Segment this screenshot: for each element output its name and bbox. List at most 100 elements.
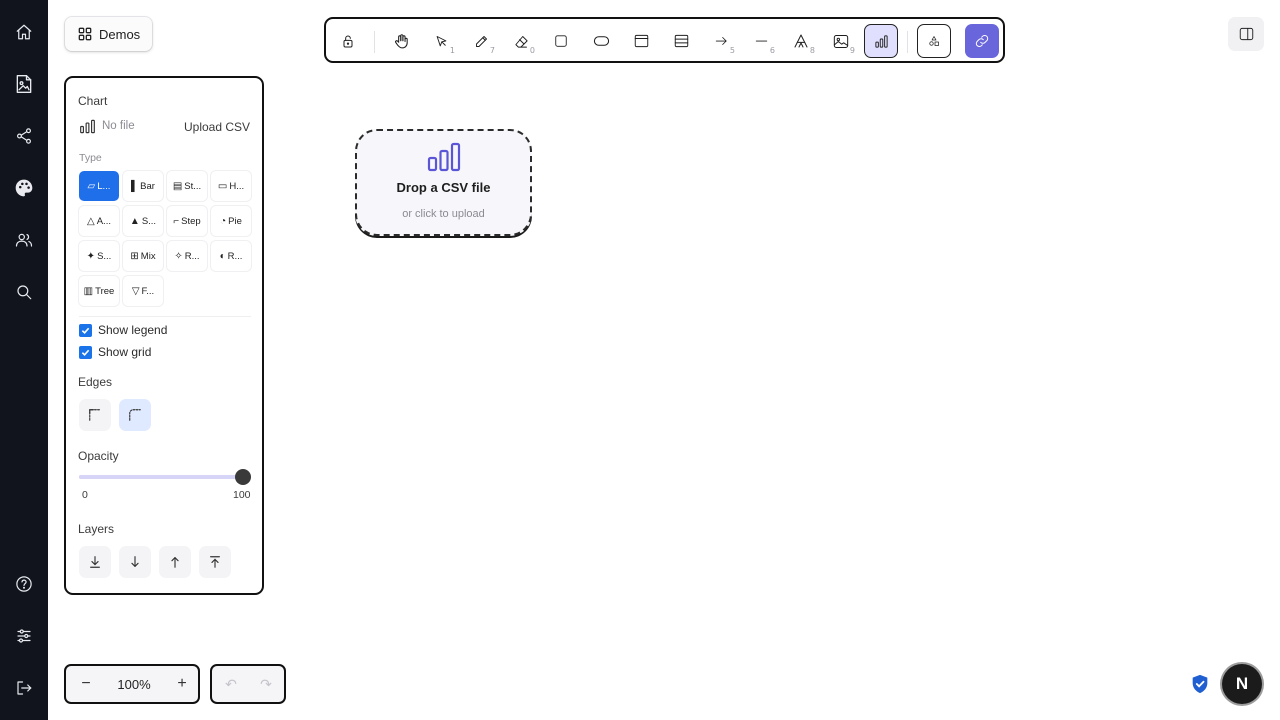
bar-chart-icon [874, 34, 888, 48]
chart-type-icon: ✦ [86, 250, 96, 262]
shield-check-icon[interactable] [1189, 673, 1211, 695]
round-corner-icon [129, 409, 141, 421]
chart-type-button[interactable]: ◐ R... [211, 241, 251, 271]
redo-button[interactable]: ↷ [256, 675, 276, 693]
share-icon[interactable] [12, 124, 36, 148]
help-icon[interactable] [12, 572, 36, 596]
arrow-right-icon [715, 37, 727, 45]
upload-csv-button[interactable]: Upload CSV [184, 120, 250, 134]
image-file-icon[interactable] [12, 72, 36, 96]
show-legend-label: Show legend [98, 323, 168, 337]
chart-type-button[interactable]: ▽ F... [123, 276, 163, 306]
chart-type-icon: ▲ [129, 215, 140, 227]
bring-forward-button[interactable] [159, 546, 191, 578]
show-grid-checkbox[interactable]: Show grid [79, 345, 151, 359]
hand-icon [394, 33, 408, 48]
chart-type-button[interactable]: ◔ Pie [211, 206, 251, 236]
text-tool-key: 8 [809, 46, 815, 55]
table-icon [674, 34, 688, 48]
chart-type-button[interactable]: ▭ H... [211, 171, 251, 201]
chart-type-label: L... [97, 180, 111, 192]
chart-properties-panel: Chart No file Upload CSV Type Show legen… [64, 76, 264, 595]
chart-type-label: S... [97, 250, 112, 262]
send-backward-button[interactable] [119, 546, 151, 578]
text-icon [794, 34, 808, 48]
round-edges-button[interactable] [119, 399, 151, 431]
csv-drop-zone[interactable]: Drop a CSV file or click to upload [355, 129, 532, 236]
zoom-level[interactable]: 100% [106, 677, 162, 692]
send-to-back-icon [90, 556, 100, 568]
link-button[interactable] [965, 24, 999, 58]
toolbar-separator [907, 31, 908, 53]
main-toolbar: 1 7 0 5 6 8 9 [324, 17, 1005, 63]
sharp-edges-button[interactable] [79, 399, 111, 431]
opacity-max: 100 [233, 489, 251, 501]
image-tool-key: 9 [849, 46, 855, 55]
zoom-out-button[interactable]: − [74, 673, 98, 695]
undo-button[interactable]: ↶ [221, 675, 241, 693]
left-rail [0, 0, 48, 720]
draw-tool[interactable]: 7 [464, 24, 498, 58]
toolbar-separator [374, 31, 375, 53]
chart-type-button[interactable]: ✧ R... [167, 241, 207, 271]
extra-tools-button[interactable] [917, 24, 951, 58]
sidebar-toggle-button[interactable] [1228, 17, 1264, 51]
chart-type-button[interactable]: ⌐ Step [167, 206, 207, 236]
image-icon [833, 34, 849, 48]
frame-tool[interactable] [624, 24, 658, 58]
chart-type-button[interactable]: ▌ Bar [123, 171, 163, 201]
bring-to-front-button[interactable] [199, 546, 231, 578]
settings-sliders-icon[interactable] [12, 624, 36, 648]
chart-type-button[interactable]: ▤ St... [167, 171, 207, 201]
opacity-slider-track[interactable] [79, 475, 243, 479]
chart-type-button[interactable]: ✦ S... [79, 241, 119, 271]
logout-icon[interactable] [12, 676, 36, 700]
chart-type-icon: △ [87, 215, 95, 227]
home-icon[interactable] [12, 20, 36, 44]
hand-tool[interactable] [384, 24, 418, 58]
text-tool[interactable]: 8 [784, 24, 818, 58]
chart-type-icon: ◐ [219, 250, 226, 262]
rectangle-tool[interactable] [544, 24, 578, 58]
chart-type-label: S... [141, 215, 157, 227]
arrow-tool[interactable]: 5 [704, 24, 738, 58]
lock-tool[interactable] [331, 24, 365, 58]
eraser-tool[interactable]: 0 [504, 24, 538, 58]
demos-label: Demos [99, 26, 141, 42]
chart-type-button[interactable]: ⊞ Mix [123, 241, 163, 271]
show-legend-checkbox[interactable]: Show legend [79, 323, 167, 337]
chart-type-icon: ✧ [174, 250, 183, 262]
image-tool[interactable]: 9 [824, 24, 858, 58]
line-tool[interactable]: 6 [744, 24, 778, 58]
zoom-in-button[interactable]: + [170, 673, 194, 695]
sharp-corner-icon [89, 409, 101, 421]
chart-type-label: F... [141, 285, 155, 297]
chart-type-icon: ▭ [217, 180, 228, 192]
palette-icon[interactable] [12, 176, 36, 200]
demos-button[interactable]: Demos [65, 17, 152, 51]
table-tool[interactable] [664, 24, 698, 58]
opacity-min: 0 [82, 489, 88, 501]
ellipse-tool[interactable] [584, 24, 618, 58]
chart-tool[interactable] [864, 24, 898, 58]
opacity-slider-thumb[interactable] [235, 469, 251, 485]
send-to-back-button[interactable] [79, 546, 111, 578]
chart-type-button[interactable]: ▱ L... [79, 171, 119, 201]
pointer-icon [436, 35, 446, 46]
sidebar-icon [1239, 27, 1253, 41]
select-tool[interactable]: 1 [424, 24, 458, 58]
chart-type-button[interactable]: ▲ S... [123, 206, 163, 236]
line-icon [755, 40, 767, 42]
rectangle-icon [555, 35, 567, 47]
chart-type-button[interactable]: ▥ Tree [79, 276, 119, 306]
user-avatar[interactable]: N [1222, 664, 1262, 704]
chart-type-button[interactable]: △ A... [79, 206, 119, 236]
chart-type-icon: ▥ [83, 285, 94, 297]
section-title: Chart [78, 94, 108, 108]
drop-zone-title: Drop a CSV file [396, 180, 491, 195]
users-icon[interactable] [12, 228, 36, 252]
arrow-tool-key: 5 [729, 46, 735, 55]
chart-type-label: Step [181, 215, 201, 227]
chart-type-label: A... [96, 215, 111, 227]
search-icon[interactable] [12, 280, 36, 304]
